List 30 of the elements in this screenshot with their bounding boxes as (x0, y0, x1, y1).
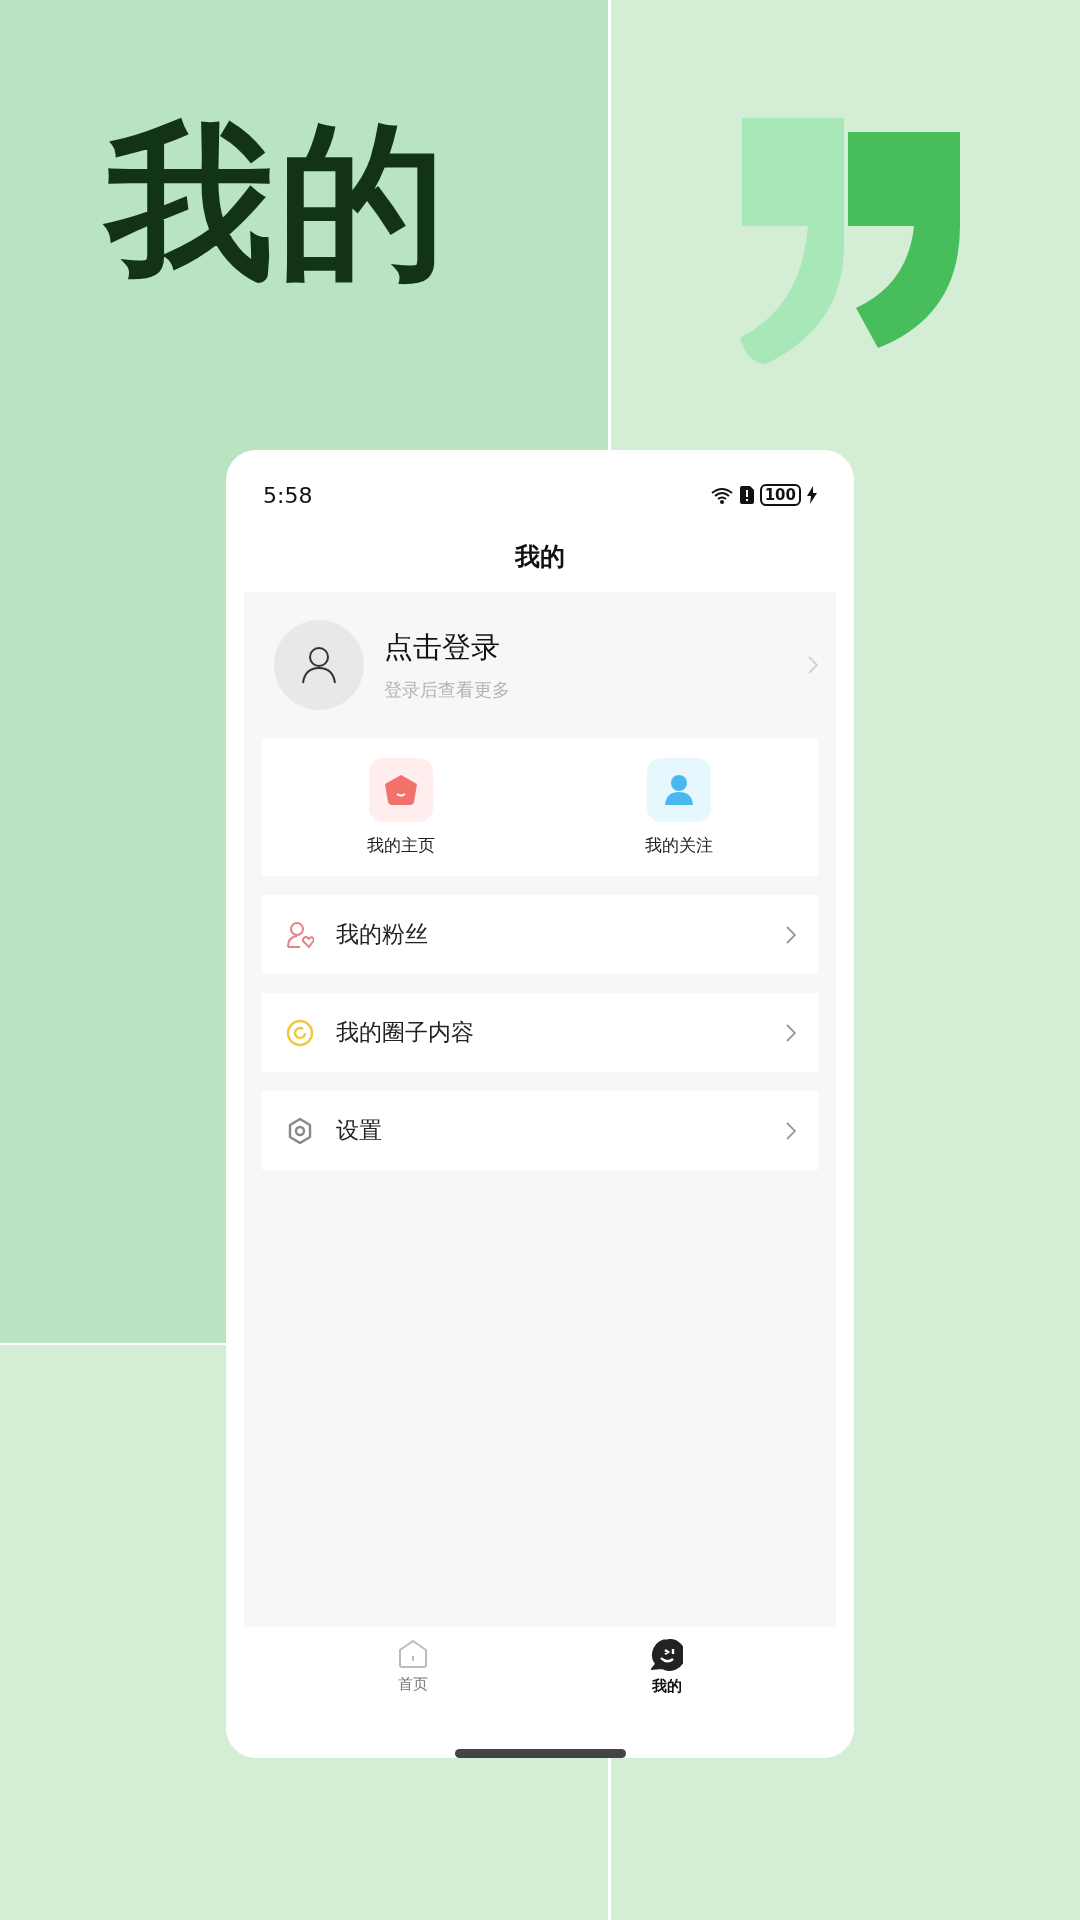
tab-item[interactable]: 首页 (286, 1639, 540, 1739)
chevron-right-icon (808, 656, 818, 674)
quote-mark-icon (738, 116, 960, 366)
battery-level: 100 (759, 484, 801, 506)
sim-alert-icon (739, 486, 754, 504)
chevron-right-icon (786, 925, 796, 944)
chevron-right-icon (786, 1023, 796, 1042)
menu-label: 设置 (336, 1116, 383, 1145)
menu-label: 我的粉丝 (336, 920, 429, 949)
status-time: 5:58 (263, 482, 313, 508)
login-row[interactable]: 点击登录 登录后查看更多 (262, 592, 818, 738)
page-title: 我的 (515, 541, 565, 573)
shortcut-label[interactable]: 我的主页 (367, 833, 435, 857)
menu-label: 我的圈子内容 (336, 1018, 475, 1047)
login-title: 点击登录 (384, 629, 501, 666)
shortcut-label[interactable]: 我的关注 (645, 833, 713, 857)
chevron-right-icon (786, 1121, 796, 1140)
smiley-bubble-icon (651, 1639, 683, 1671)
settings-icon (286, 1116, 314, 1145)
charging-icon (807, 486, 817, 504)
tab-item[interactable]: 我的 (540, 1639, 794, 1739)
home-icon (398, 1639, 428, 1669)
home-tile-icon (369, 757, 433, 822)
login-hint: 登录后查看更多 (384, 678, 511, 702)
person-tile-icon (647, 757, 711, 822)
menu-row[interactable]: 我的圈子内容 (262, 993, 818, 1072)
wifi-icon (709, 486, 734, 504)
menu-row[interactable]: 设置 (262, 1091, 818, 1170)
person-heart-icon (286, 920, 314, 949)
menu-row[interactable]: 我的粉丝 (262, 895, 818, 974)
